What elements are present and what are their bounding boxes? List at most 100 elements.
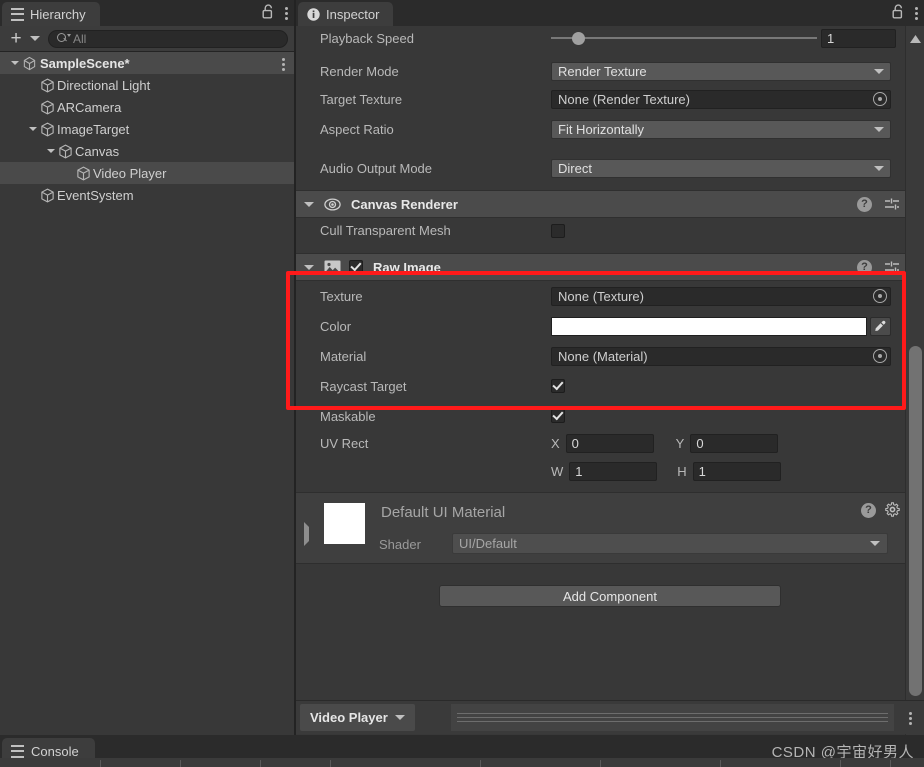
material-help-icon[interactable]: ? (861, 503, 876, 518)
info-icon (307, 7, 320, 21)
object-picker-icon[interactable] (873, 289, 887, 303)
chevron-down-icon (874, 165, 884, 171)
preset-icon[interactable] (884, 260, 900, 274)
shader-label: Shader (379, 537, 421, 552)
add-component-button[interactable]: Add Component (439, 585, 781, 607)
inspector-body: Playback Speed 1 Render Mode Render Text… (296, 26, 924, 735)
inspector-panel: Inspector Playback Speed 1 Render Mode R… (296, 0, 924, 735)
row-render-mode: Render Mode Render Texture (296, 58, 924, 84)
playback-speed-value[interactable]: 1 (821, 28, 896, 48)
hierarchy-tabstrip: Hierarchy (0, 0, 294, 26)
row-aspect-ratio: Aspect Ratio Fit Horizontally (296, 114, 924, 144)
material-foldout-arrow-icon[interactable] (304, 522, 309, 546)
hierarchy-item-label: EventSystem (57, 187, 134, 203)
hierarchy-kebab-menu-icon[interactable] (285, 6, 288, 20)
hierarchy-item-label: SampleScene* (40, 55, 130, 71)
tab-inspector[interactable]: Inspector (298, 2, 394, 26)
foldout-arrow-icon[interactable] (8, 61, 22, 65)
inspector-kebab-menu-icon[interactable] (915, 6, 918, 20)
material-label: Material (320, 348, 367, 364)
foldout-arrow-icon[interactable] (44, 149, 58, 153)
hierarchy-item-imagetarget[interactable]: ImageTarget (0, 118, 294, 140)
gear-icon[interactable] (885, 502, 900, 517)
scroll-up-arrow-icon[interactable] (910, 32, 921, 46)
hierarchy-icon (11, 7, 24, 21)
shader-value: UI/Default (459, 536, 517, 551)
maskable-checkbox[interactable] (551, 409, 565, 423)
shader-dropdown[interactable]: UI/Default (452, 533, 888, 554)
chevron-down-icon (874, 126, 884, 132)
tab-hierarchy-label: Hierarchy (30, 6, 86, 22)
row-texture: Texture None (Texture) (296, 281, 924, 311)
scene-kebab-menu-icon[interactable] (282, 58, 285, 71)
render-mode-dropdown[interactable]: Render Texture (551, 61, 891, 81)
hierarchy-item-directional-light[interactable]: Directional Light (0, 74, 294, 96)
video-player-tab[interactable]: Video Player (300, 704, 415, 731)
gameobject-cube-icon (40, 100, 54, 115)
inspector-tab-actions (892, 0, 918, 26)
target-texture-field[interactable]: None (Render Texture) (551, 89, 891, 109)
object-picker-icon[interactable] (873, 92, 887, 106)
create-object-button[interactable]: + (6, 29, 26, 49)
video-player-timeline[interactable] (451, 704, 894, 731)
uv-rect-h-input[interactable]: 1 (692, 461, 781, 481)
raycast-target-label: Raycast Target (320, 378, 407, 394)
foldout-arrow-icon[interactable] (304, 201, 314, 207)
aspect-ratio-dropdown[interactable]: Fit Horizontally (551, 119, 891, 139)
help-icon[interactable]: ? (857, 196, 872, 212)
tab-hierarchy[interactable]: Hierarchy (2, 2, 100, 26)
row-target-texture: Target Texture None (Render Texture) (296, 84, 924, 114)
material-value: None (Material) (558, 348, 648, 364)
foldout-arrow-icon[interactable] (304, 264, 314, 270)
aspect-ratio-label: Aspect Ratio (320, 121, 394, 137)
inspector-lock-open-icon[interactable] (892, 4, 905, 22)
chevron-down-icon[interactable] (394, 715, 405, 720)
cull-transparent-mesh-checkbox[interactable] (551, 223, 565, 238)
canvas-renderer-title: Canvas Renderer (351, 196, 458, 212)
object-picker-icon[interactable] (873, 349, 887, 363)
hierarchy-search-input[interactable]: All (48, 29, 288, 48)
hierarchy-item-eventsystem[interactable]: EventSystem (0, 184, 294, 206)
gameobject-cube-icon (76, 166, 90, 181)
gameobject-cube-icon (40, 78, 54, 93)
preset-icon[interactable] (884, 197, 900, 211)
video-player-bar-kebab-menu-icon[interactable] (909, 712, 912, 725)
material-field[interactable]: None (Material) (551, 346, 891, 366)
hierarchy-item-video-player[interactable]: Video Player (0, 162, 294, 184)
raycast-target-checkbox[interactable] (551, 379, 565, 393)
search-icon (57, 33, 71, 44)
audio-output-mode-label: Audio Output Mode (320, 160, 433, 176)
uv-rect-x-input[interactable]: 0 (565, 434, 654, 453)
uv-rect-w-input[interactable]: 1 (569, 461, 658, 481)
playback-speed-slider[interactable] (551, 29, 817, 48)
console-list-icon (11, 744, 24, 758)
hierarchy-item-canvas[interactable]: Canvas (0, 140, 294, 162)
inspector-scrollbar[interactable] (905, 26, 924, 735)
inspector-scroll-thumb[interactable] (909, 346, 922, 696)
help-icon[interactable]: ? (857, 259, 872, 275)
hierarchy-item-samplescene[interactable]: SampleScene* (0, 52, 294, 74)
tab-console-label: Console (31, 743, 79, 759)
uv-rect-x-label: X (551, 436, 560, 451)
row-uv-rect: UV Rect X 0 Y 0 (296, 431, 924, 456)
lock-open-icon[interactable] (262, 4, 275, 22)
create-dropdown-arrow-icon[interactable] (28, 29, 42, 49)
hierarchy-item-label: Directional Light (57, 77, 151, 93)
spacer-3 (296, 181, 924, 190)
texture-field[interactable]: None (Texture) (551, 286, 891, 306)
foldout-arrow-icon[interactable] (26, 127, 40, 131)
row-cull-transparent-mesh: Cull Transparent Mesh (296, 218, 924, 243)
material-preview-box: Default UI Material Shader UI/Default ? (296, 492, 924, 564)
hierarchy-item-arcamera[interactable]: ARCamera (0, 96, 294, 118)
spacer-6 (296, 564, 924, 572)
raw-image-icon (324, 260, 341, 274)
canvas-renderer-eye-icon (324, 197, 341, 211)
eyedropper-icon[interactable] (870, 316, 891, 336)
component-header-canvas-renderer[interactable]: Canvas Renderer ? (296, 190, 924, 218)
hierarchy-panel: Hierarchy + All SampleScene* Directional … (0, 0, 294, 735)
audio-output-mode-dropdown[interactable]: Direct (551, 158, 891, 178)
color-swatch[interactable] (551, 316, 867, 336)
uv-rect-y-input[interactable]: 0 (690, 434, 779, 453)
component-header-raw-image[interactable]: Raw Image ? (296, 253, 924, 281)
raw-image-enabled-checkbox[interactable] (349, 260, 363, 274)
